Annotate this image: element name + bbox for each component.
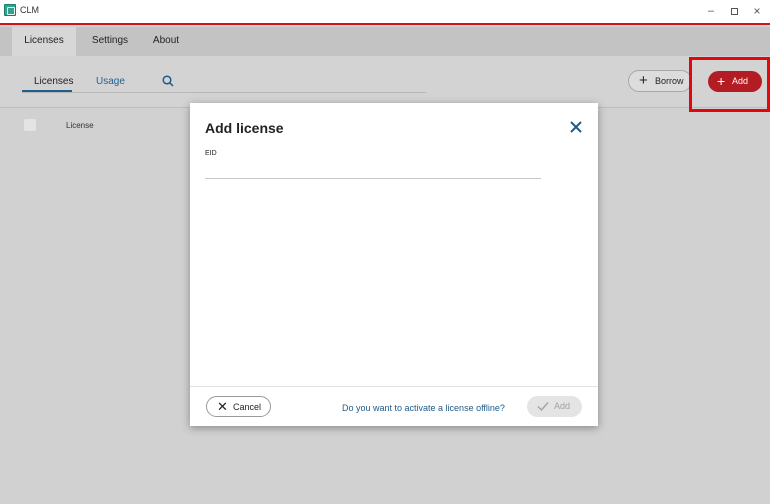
dialog-footer-divider xyxy=(190,386,598,387)
subtab-usage[interactable]: Usage xyxy=(96,76,125,92)
select-all-checkbox[interactable] xyxy=(24,119,36,131)
window-title: CLM xyxy=(20,5,40,15)
minimize-button[interactable]: – xyxy=(700,2,722,20)
column-header-license: License xyxy=(66,121,94,130)
tab-about[interactable]: About xyxy=(146,27,186,56)
search-icon[interactable] xyxy=(162,75,174,87)
cancel-button[interactable]: ✕ Cancel xyxy=(206,396,271,417)
maximize-icon xyxy=(730,7,738,15)
tab-licenses[interactable]: Licenses xyxy=(12,27,76,56)
search-input-underline[interactable] xyxy=(22,92,426,93)
add-button-highlight xyxy=(689,57,770,112)
plus-icon: + xyxy=(639,72,648,89)
window-titlebar: CLM – × xyxy=(0,0,770,25)
sub-toolbar: Licenses Usage + Borrow + Add xyxy=(0,56,770,108)
close-icon: ✕ xyxy=(217,399,228,414)
close-window-button[interactable]: × xyxy=(746,2,768,20)
eid-label: EID xyxy=(205,150,217,157)
dialog-add-label: Add xyxy=(554,401,571,411)
main-tab-bar: Licenses Settings About xyxy=(0,27,770,56)
cancel-label: Cancel xyxy=(233,402,262,412)
check-icon xyxy=(537,402,549,412)
activate-offline-link[interactable]: Do you want to activate a license offlin… xyxy=(342,403,505,413)
maximize-button[interactable] xyxy=(723,2,745,20)
close-icon[interactable] xyxy=(568,119,584,135)
add-license-dialog: Add license EID ✕ Cancel Do you want to … xyxy=(190,103,598,426)
tab-settings[interactable]: Settings xyxy=(85,27,135,56)
dialog-add-button[interactable]: Add xyxy=(527,396,582,417)
borrow-label: Borrow xyxy=(655,76,684,86)
eid-input[interactable] xyxy=(205,161,541,179)
borrow-button[interactable]: + Borrow xyxy=(628,70,692,92)
app-logo-icon xyxy=(4,4,16,16)
dialog-title: Add license xyxy=(205,120,284,136)
